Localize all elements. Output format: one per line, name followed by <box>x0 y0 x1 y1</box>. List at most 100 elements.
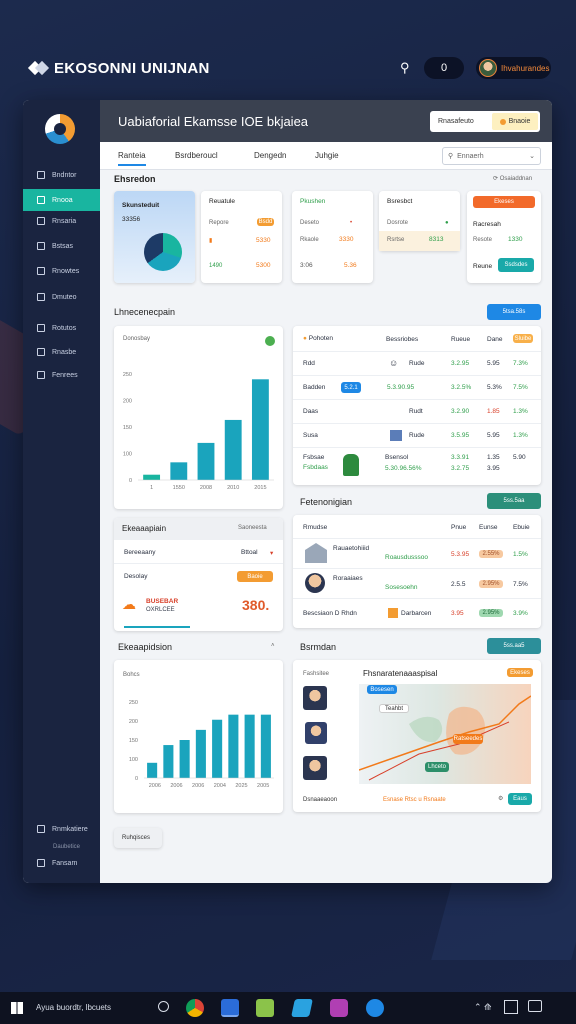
chevron-up-icon[interactable]: ˄ <box>271 643 275 649</box>
network-icon[interactable]: ⌃ ⟰ <box>474 1002 492 1013</box>
tab-1[interactable]: Bsrdberoucl <box>175 151 218 160</box>
task-view-icon[interactable] <box>158 1001 169 1012</box>
search-icon[interactable]: ⚲ <box>400 60 410 76</box>
card-row-label: Repore <box>209 220 229 226</box>
map-footer-note: Esnase Rtsc u Rsnaate <box>383 797 446 803</box>
table-row[interactable]: Fsbsae Fsbdaas Bsensol 5.30.96.56% 3.3.9… <box>293 448 541 485</box>
y-tick-label: 150 <box>129 738 138 744</box>
summary-card-2[interactable]: Reuatule Repore Bsdd ▮ 5330 1490 5300 <box>201 191 282 283</box>
bar[interactable] <box>170 462 188 480</box>
card-highlight-row: Rsrtse 8313 <box>379 231 460 251</box>
bar[interactable] <box>147 762 158 778</box>
user-icon: ☺ <box>389 358 399 368</box>
sidebar-item-2[interactable]: Rnsaria <box>23 210 100 232</box>
bar[interactable] <box>260 714 271 778</box>
sidebar-footer-logout[interactable]: Fansam <box>23 852 100 874</box>
sidebar-item-8[interactable]: Fenrees <box>23 364 100 386</box>
sidebar-item-3[interactable]: Bstsas <box>23 235 100 257</box>
map-popup[interactable]: Lhceto <box>425 762 449 772</box>
browser-icon[interactable] <box>366 999 384 1017</box>
store-icon[interactable] <box>330 999 348 1017</box>
cell-badge: 2.95% <box>479 609 503 617</box>
summary-card-3[interactable]: Pkushen Deseto • Rkaole 3330 3:06 5.36 <box>292 191 373 283</box>
app-icon[interactable] <box>256 999 274 1017</box>
chrome-icon[interactable] <box>186 999 204 1017</box>
chart-section-button[interactable]: 5tsa.58s <box>487 304 541 320</box>
explorer-icon[interactable] <box>221 999 239 1017</box>
col-header: ● Pohoten <box>303 335 333 342</box>
bar[interactable] <box>212 719 223 778</box>
brand[interactable]: EKOSONNI UNIJNAN <box>30 59 210 77</box>
table-row[interactable]: Roraaiaes Sosesoehn 2.5.5 2.95% 7.5% <box>293 569 541 599</box>
bar[interactable] <box>143 474 161 480</box>
taskbar-search[interactable]: Ayua buordtr, lbcuets <box>36 1003 111 1012</box>
sidebar-footer-item[interactable]: Rnmkatiere <box>23 818 100 840</box>
y-tick-label: 100 <box>123 452 132 458</box>
bar[interactable] <box>251 379 269 480</box>
card-button-secondary[interactable]: Ssdsdes <box>498 258 534 272</box>
header-action-right-label: Bnaoie <box>508 118 531 125</box>
x-tick-label: 2025 <box>235 783 247 789</box>
table-row[interactable]: Rauaetohiiid Roausdusssoo 5.3.95 2.55% 1… <box>293 539 541 569</box>
bar[interactable] <box>224 419 242 480</box>
header-action-right[interactable]: Bnaoie <box>492 113 538 130</box>
windows-start-icon[interactable] <box>11 1002 23 1014</box>
sidebar-item-5[interactable]: Dmuteo <box>23 286 100 308</box>
recon-button[interactable]: 5ss.5aa <box>487 493 541 509</box>
header-action-left[interactable]: Rnasafeuto <box>430 118 492 125</box>
bar[interactable] <box>179 740 190 778</box>
cell-value: 5.95 <box>487 432 500 439</box>
sidebar-item-4[interactable]: Rnowtes <box>23 260 100 282</box>
clock-icon[interactable] <box>504 1000 518 1014</box>
map-popup[interactable]: Ratseedes <box>453 734 483 744</box>
notification-button[interactable]: 0 <box>424 57 464 79</box>
bar[interactable] <box>197 442 215 480</box>
edit-icon[interactable] <box>291 999 313 1017</box>
card-row-value: 5330 <box>256 237 271 244</box>
settings-icon[interactable]: ⚙ <box>498 795 503 802</box>
app-logo-icon <box>45 114 75 144</box>
bar[interactable] <box>228 714 239 778</box>
summary-card-4[interactable]: Bsresbct Dosrote ● Rsrtse 8313 <box>379 191 460 251</box>
table-row[interactable]: Daas Rudt 3.2.90 1.85 1.3% <box>293 400 541 424</box>
bar[interactable] <box>244 714 255 778</box>
map-popup[interactable]: Bosesen <box>367 685 397 694</box>
table-card-1: ● Pohoten Bessriobes Rueue Dane Sluibe R… <box>293 326 541 485</box>
sidebar-item-0[interactable]: Bndntor <box>23 164 100 186</box>
sidebar-item-6[interactable]: Rotutos <box>23 317 100 339</box>
tab-0[interactable]: Ranteia <box>118 151 146 166</box>
card-button[interactable]: Ekeses <box>473 196 535 208</box>
app-window: Bndntor Rnooa Rnsaria Bstsas Rnowtes Dmu… <box>23 100 552 883</box>
cell-value: 3.2.90 <box>451 408 470 415</box>
sidebar-item-7[interactable]: Rnasbe <box>23 341 100 363</box>
overview-link[interactable]: ⟳ Osaiaddnan <box>493 175 532 182</box>
user-menu[interactable]: Ihvahurandes <box>476 57 551 79</box>
table-row[interactable]: Susa Rude 3.5.95 5.95 1.3% <box>293 424 541 448</box>
tab-2[interactable]: Dengedn <box>254 151 286 160</box>
bar[interactable] <box>195 729 206 778</box>
bar[interactable] <box>163 745 174 778</box>
summary-card-1[interactable]: Skunsteduit 33356 <box>114 191 195 283</box>
tab-3[interactable]: Juhgie <box>315 151 339 160</box>
summary-card-5[interactable]: Ekeses Racresah Resote 1330 Reune Ssdsde… <box>467 191 541 283</box>
map-footer-button[interactable]: Eaus <box>508 793 532 805</box>
cell-sub: Roausdusssoo <box>385 554 428 561</box>
map-badge[interactable]: Ekeses <box>507 668 533 677</box>
sidebar-item-label: Fenrees <box>52 371 78 379</box>
table-row[interactable]: Badden 5.2.1 5.3.90.95 3.2.5% 5.3% 7.5% <box>293 376 541 400</box>
deposit-row[interactable]: Bereeaany Bttoal ▾ <box>114 540 283 564</box>
table-row[interactable]: Rdd ☺ Rude 3.2.95 5.95 7.3% <box>293 352 541 376</box>
deposit-row-button[interactable]: Baoie <box>237 571 273 582</box>
col-header-badge[interactable]: Sluibe <box>513 334 533 343</box>
map-popup[interactable]: Teahbt <box>379 704 409 713</box>
map-section-button[interactable]: 5ss.aa5 <box>487 638 541 654</box>
deposit-progress <box>124 626 190 628</box>
notification-center-icon[interactable] <box>528 1000 542 1012</box>
deposit-row[interactable]: Desolay Baoie <box>114 564 283 588</box>
bottom-button[interactable]: Ruhqisces <box>114 828 162 848</box>
table-row[interactable]: Bescsiaon D Rhdn Darbarcen 3.95 2.95% 3.… <box>293 599 541 628</box>
search-input[interactable]: ⚲ Ennaerh ⌄ <box>442 147 541 165</box>
notification-count: 0 <box>440 62 448 74</box>
cell-desc: 5.3.90.95 <box>387 384 415 391</box>
sidebar-item-1[interactable]: Rnooa <box>23 189 100 211</box>
